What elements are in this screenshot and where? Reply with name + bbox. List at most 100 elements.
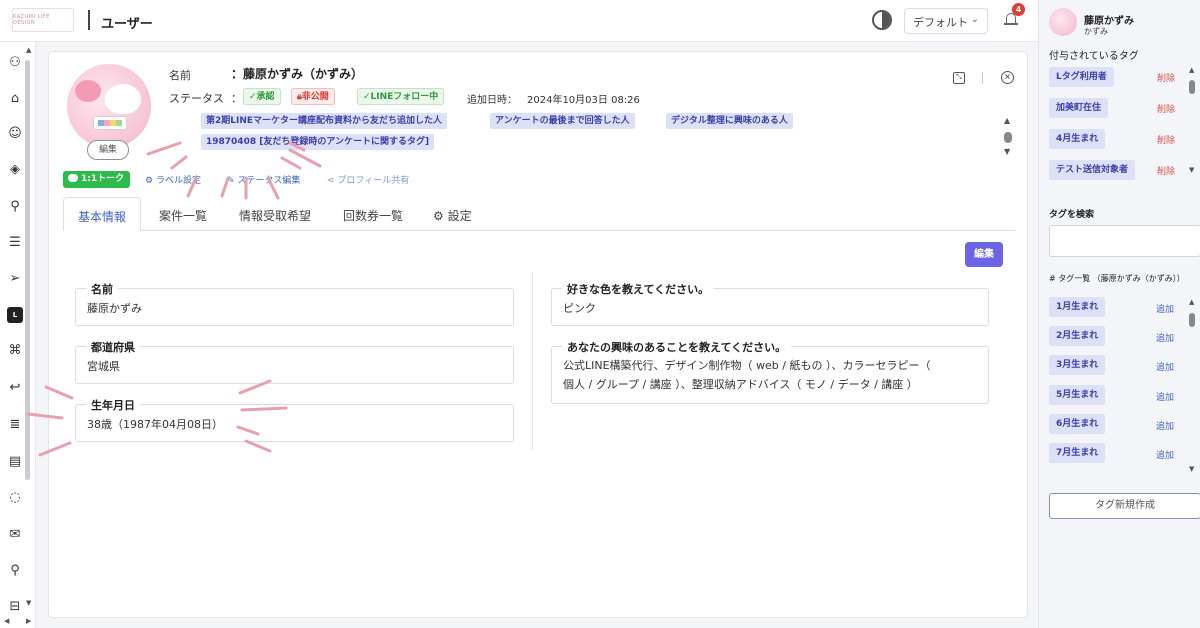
nav-scroll-right-icon[interactable]: ▶ <box>26 617 31 625</box>
tag-panel: 藤原かずみ かずみ 付与されているタグ Lタグ利用者 削除 加美町在住 削除 4… <box>1038 0 1200 628</box>
delete-tag-link[interactable]: 削除 <box>1157 133 1175 146</box>
profile-tag: 第2期LINEマーケター講座配布資料から友だち追加した人 <box>201 113 448 129</box>
news-icon[interactable]: ☰ <box>7 235 23 251</box>
add-tag-link[interactable]: 追加 <box>1156 302 1174 315</box>
assigned-tag: テスト送信対象者 <box>1049 160 1136 180</box>
column-divider <box>532 272 533 450</box>
favorite-color-field-label: 好きな色を教えてください。 <box>562 281 715 297</box>
name-field-value: 藤原かずみ <box>87 302 142 315</box>
assigned-scrollbar[interactable] <box>1189 80 1195 94</box>
add-tag-link[interactable]: 追加 <box>1156 331 1174 344</box>
tag-search-input[interactable] <box>1049 225 1200 257</box>
favorite-color-field: 好きな色を教えてください。 ピンク <box>551 281 989 326</box>
status-badge-approved: ✓承認 <box>243 88 281 105</box>
nav-scroll-left-icon[interactable]: ◀ <box>4 617 9 625</box>
gear-icon: ⚙ <box>145 176 156 186</box>
list-icon[interactable]: ≣ <box>7 417 23 433</box>
user-avatar <box>67 64 151 148</box>
birthday-field: 生年月日 38歳（1987年04月08日） <box>75 397 514 442</box>
profile-tag: 19870408 [友だち登録時のアンケートに関するタグ] <box>201 134 435 150</box>
rocket-icon[interactable]: ◈ <box>7 162 23 178</box>
status-edit-link[interactable]: ✎ ステータス編集 <box>227 173 300 186</box>
label-settings-link[interactable]: ⚙ ラベル設定 <box>145 173 201 186</box>
sitemap-icon[interactable]: ⌘ <box>7 343 23 359</box>
view-select[interactable]: デフォルト ⌄ <box>904 8 988 34</box>
new-tag-button[interactable]: タグ新規作成 <box>1049 493 1200 519</box>
edit-button[interactable]: 編集 <box>965 242 1003 267</box>
name-label: 名前 <box>169 69 191 82</box>
tab-bar: 基本情報 案件一覧 情報受取希望 回数券一覧 ⚙ 設定 <box>63 197 1015 231</box>
interests-field: あなたの興味のあることを教えてください。 公式LINE構築代行、デザイン制作物（… <box>551 339 989 404</box>
available-tag: 7月生まれ <box>1049 443 1106 463</box>
tags-scroll-up-icon[interactable]: ▲ <box>1004 116 1010 125</box>
add-tag-link[interactable]: 追加 <box>1156 448 1174 461</box>
status-separator: ： <box>231 92 242 105</box>
nav-scroll-down-icon[interactable]: ▼ <box>26 599 31 607</box>
interests-field-label: あなたの興味のあることを教えてください。 <box>562 339 792 355</box>
tags-scroll-down-icon[interactable]: ▼ <box>1004 147 1010 156</box>
assigned-tag: 加美町在住 <box>1049 98 1109 118</box>
delete-tag-link[interactable]: 削除 <box>1157 164 1175 177</box>
page-title: ユーザー <box>101 17 153 32</box>
pencil-icon: ✎ <box>227 176 238 186</box>
assigned-scroll-up-icon[interactable]: ▲ <box>1189 66 1194 74</box>
name-field-label: 名前 <box>86 281 118 297</box>
favorite-color-field-value: ピンク <box>563 302 596 315</box>
assigned-scroll-down-icon[interactable]: ▼ <box>1189 166 1194 174</box>
smile-icon[interactable]: ☺ <box>7 126 23 142</box>
status-label: ステータス <box>169 92 224 105</box>
brand-logo[interactable]: KAZUMI LIFE DESIGN <box>12 8 74 32</box>
top-bar: KAZUMI LIFE DESIGN ユーザー デフォルト ⌄ 4 <box>0 0 1038 42</box>
line-icon[interactable]: L <box>7 307 23 323</box>
profile-tag: アンケートの最後まで回答した人 <box>490 113 635 129</box>
add-tag-link[interactable]: 追加 <box>1156 360 1174 373</box>
tab-basic-info[interactable]: 基本情報 <box>63 197 142 231</box>
line-talk-button[interactable]: 1:1トーク <box>63 171 131 188</box>
send-icon[interactable]: ➢ <box>7 271 23 287</box>
tab-coupons[interactable]: 回数券一覧 <box>329 197 417 231</box>
name-value: ：藤原かずみ（かずみ） <box>231 67 364 81</box>
add-tag-link[interactable]: 追加 <box>1156 390 1174 403</box>
tag-icon[interactable]: ⌂ <box>7 91 23 107</box>
tab-info-request[interactable]: 情報受取希望 <box>225 197 325 231</box>
mail-icon[interactable]: ✉ <box>7 527 23 543</box>
users-icon[interactable]: ⚇ <box>7 55 23 71</box>
left-nav: ▲ ⚇ ⌂ ☺ ◈ ⚲ ☰ ➢ L ⌘ ↩ ≣ ▤ ◌ ✉ ⚲ ⊟ ▼ ◀ ▶ <box>0 42 36 628</box>
avatar-edit-button[interactable]: 編集 <box>87 140 129 160</box>
add-tag-link[interactable]: 追加 <box>1156 419 1174 432</box>
available-tag: 3月生まれ <box>1049 355 1106 375</box>
bus-icon[interactable]: ⊟ <box>7 599 23 615</box>
chat-icon[interactable]: ◌ <box>7 490 23 506</box>
tag-list-heading: # タグ一覧 （藤原かずみ（かずみ）） <box>1049 274 1185 283</box>
taglist-scrollbar[interactable] <box>1189 313 1195 327</box>
delete-tag-link[interactable]: 削除 <box>1157 102 1175 115</box>
pin-icon[interactable]: ⚲ <box>7 563 23 579</box>
tags-scrollbar[interactable] <box>1004 132 1012 143</box>
panel-avatar <box>1049 8 1077 36</box>
tab-settings[interactable]: ⚙ 設定 <box>419 197 486 231</box>
taglist-scroll-down-icon[interactable]: ▼ <box>1189 465 1194 473</box>
document-icon[interactable]: ▤ <box>7 454 23 470</box>
collapse-icon[interactable]: ⤡ <box>953 72 965 84</box>
chevron-down-icon: ⌄ <box>970 14 979 25</box>
available-tag: 5月生まれ <box>1049 385 1106 405</box>
panel-user-kana: かずみ <box>1084 27 1108 36</box>
interests-field-value-line2: 個人 / グループ / 講座 ）、整理収納アドバイス（ モノ / データ / 講… <box>563 378 918 391</box>
panel-user-name: 藤原かずみ <box>1084 16 1134 27</box>
available-tag: 2月生まれ <box>1049 326 1106 346</box>
close-icon[interactable]: × <box>1001 71 1014 84</box>
header-action-divider <box>982 72 983 84</box>
taglist-scroll-up-icon[interactable]: ▲ <box>1189 298 1194 306</box>
delete-tag-link[interactable]: 削除 <box>1157 71 1175 84</box>
profile-share-link[interactable]: ⋖ プロフィール共有 <box>327 173 409 186</box>
reply-icon[interactable]: ↩ <box>7 380 23 396</box>
nav-scrollbar[interactable] <box>25 60 30 480</box>
theme-toggle-icon[interactable] <box>872 10 892 30</box>
nav-scroll-up-icon[interactable]: ▲ <box>26 46 31 54</box>
birthday-field-value: 38歳（1987年04月08日） <box>87 418 223 431</box>
added-date-label: 追加日時： <box>467 95 517 106</box>
prefecture-field: 都道府県 宮城県 <box>75 339 514 384</box>
assigned-tag: Lタグ利用者 <box>1049 67 1114 87</box>
user-settings-icon[interactable]: ⚲ <box>7 199 23 215</box>
tab-cases[interactable]: 案件一覧 <box>145 197 221 231</box>
